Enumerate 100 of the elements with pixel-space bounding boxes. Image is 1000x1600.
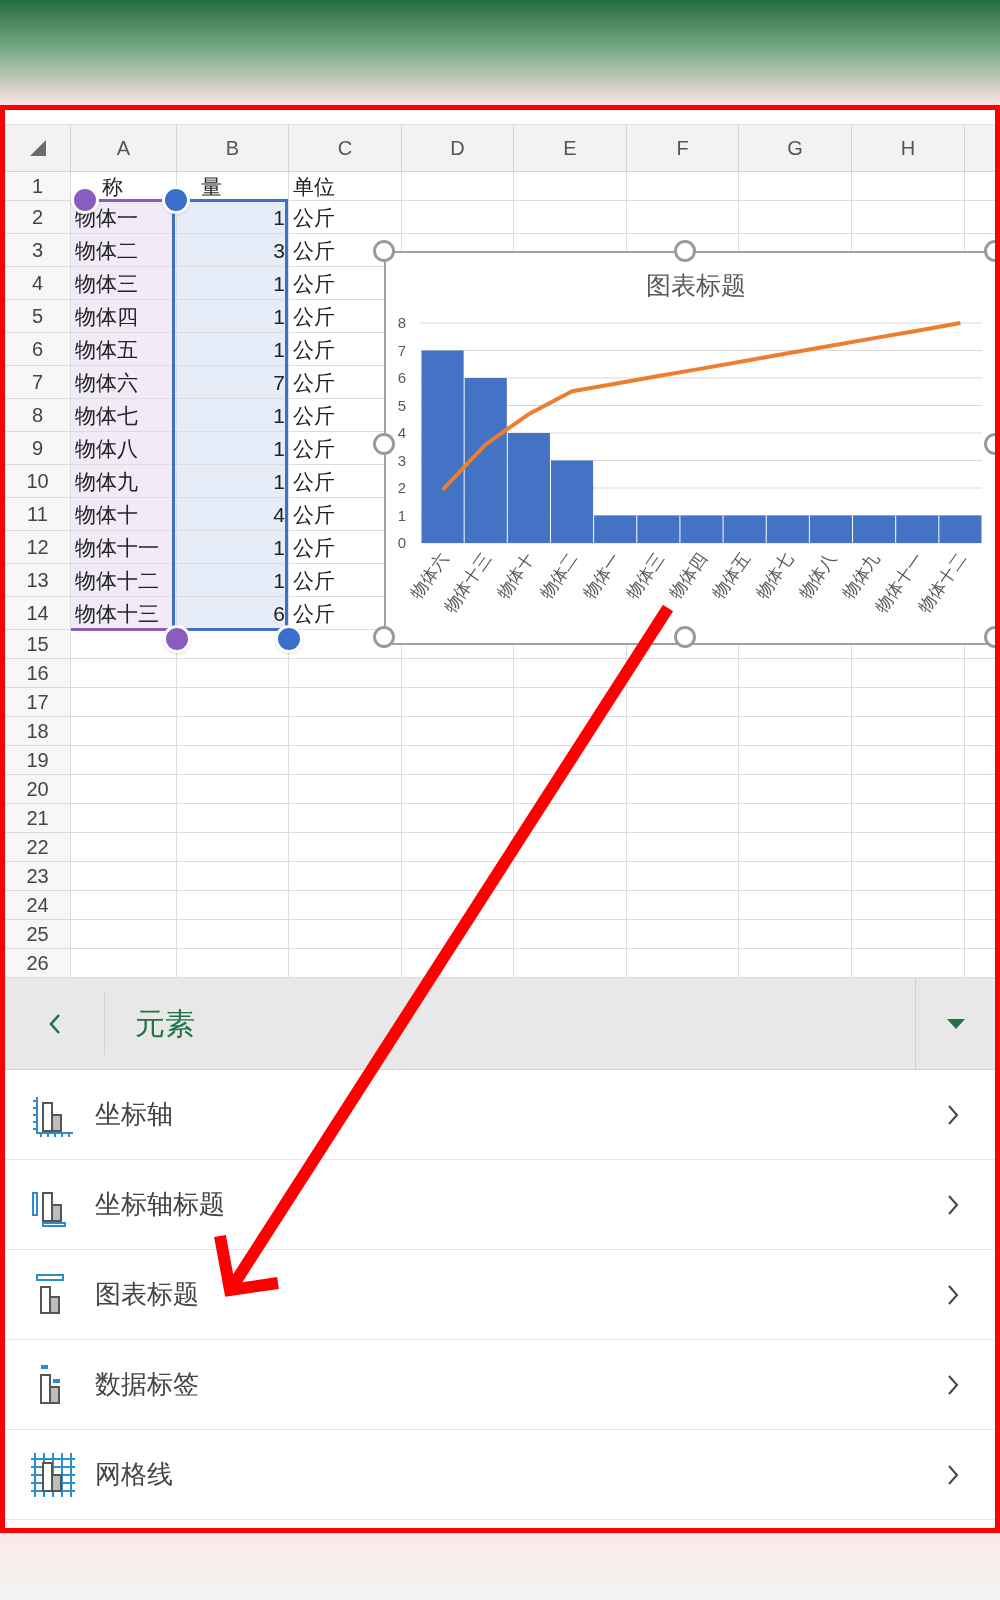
- grid-chart-icon: [31, 1452, 75, 1497]
- row-header[interactable]: 25: [5, 920, 71, 949]
- bar: [809, 515, 853, 543]
- table-cell-text: 1: [273, 403, 286, 428]
- selection-handle[interactable]: [162, 186, 190, 214]
- chevron-icon: [947, 1283, 959, 1306]
- table-cell-text: 公斤: [292, 601, 335, 626]
- table-cell-text: 1: [273, 568, 286, 593]
- table-cell-text: 公斤: [292, 469, 335, 494]
- resize-handle[interactable]: [373, 626, 395, 648]
- caret-icon: [946, 1018, 965, 1029]
- row-header[interactable]: 4: [5, 267, 71, 300]
- column-header[interactable]: G: [739, 125, 852, 172]
- select-all-icon: [29, 140, 46, 156]
- row-header[interactable]: 11: [5, 498, 71, 531]
- row-header[interactable]: 24: [5, 891, 71, 920]
- row-header[interactable]: 2: [5, 201, 71, 234]
- table-cell-text: 公斤: [292, 568, 335, 593]
- chevron-icon: [947, 1193, 959, 1216]
- axis-tick-label: 2: [397, 479, 407, 496]
- row-header[interactable]: 1: [5, 172, 71, 201]
- row-header[interactable]: 8: [5, 399, 71, 432]
- column-header[interactable]: H: [852, 125, 965, 172]
- table-cell-text: 公斤: [292, 238, 335, 263]
- item-label: 图表标题: [95, 1278, 199, 1311]
- chart-frame[interactable]: 图表标题 0 1 2 3 4 5 6 7 8 物体六 物体十三 物体十 物体二 物体一 物体三 物体四 物体五 物体七 物体八 物体九 物体十一 物体十二: [384, 251, 995, 645]
- row-header[interactable]: 9: [5, 432, 71, 465]
- table-cell-text: 物体四: [74, 304, 138, 329]
- row-header[interactable]: 5: [5, 300, 71, 333]
- row-header[interactable]: 20: [5, 775, 71, 804]
- table-cell-text: 公斤: [292, 337, 335, 362]
- table-cell-text: 公斤: [292, 403, 335, 428]
- row-header[interactable]: 19: [5, 746, 71, 775]
- row-header[interactable]: 14: [5, 597, 71, 630]
- row-header[interactable]: 21: [5, 804, 71, 833]
- row-header[interactable]: 12: [5, 531, 71, 564]
- table-cell-text: 物体八: [74, 436, 138, 461]
- table-cell-text: 物体六: [74, 370, 138, 395]
- column-header[interactable]: A: [71, 125, 177, 172]
- table-cell-text: 1: [273, 436, 286, 461]
- resize-handle[interactable]: [674, 240, 696, 262]
- axis-label: 物体五: [709, 549, 754, 603]
- axis-label: 物体七: [752, 549, 798, 603]
- table-cell-text: 物体五: [74, 337, 138, 362]
- column-header[interactable]: E: [514, 125, 627, 172]
- row-header[interactable]: 22: [5, 833, 71, 862]
- table-cell-text: 物体二: [74, 238, 138, 263]
- resize-handle[interactable]: [373, 433, 395, 455]
- table-cell-text: 物体十三: [74, 601, 159, 626]
- axis-label: 物体四: [665, 549, 711, 603]
- axis-tick-label: 3: [397, 451, 407, 469]
- bar: [896, 515, 939, 543]
- table-cell-text: 3: [273, 238, 286, 263]
- chevron-icon: [947, 1463, 959, 1486]
- table-cell-text: 物体十: [74, 502, 138, 527]
- item-label: 坐标轴标题: [95, 1188, 225, 1221]
- table-cell-text: 1: [273, 304, 286, 329]
- panel-title: 元素: [135, 1006, 195, 1042]
- table-cell-text: 公斤: [292, 205, 335, 230]
- table-cell-text: 公斤: [292, 535, 335, 560]
- table-cell-text: 公斤: [292, 304, 335, 329]
- row-header[interactable]: 13: [5, 564, 71, 597]
- row-header[interactable]: 26: [5, 949, 71, 978]
- resize-handle[interactable]: [373, 240, 395, 262]
- row-header[interactable]: 23: [5, 862, 71, 891]
- axis-label: 物体八: [795, 549, 841, 603]
- table-cell-text: 4: [273, 502, 286, 527]
- back-icon: [47, 1012, 62, 1035]
- row-header[interactable]: 16: [5, 659, 71, 688]
- table-cell-text: 物体十一: [74, 535, 159, 560]
- column-header[interactable]: D: [402, 125, 514, 172]
- selection-handle[interactable]: [275, 625, 303, 653]
- axis-tick-label: 8: [397, 314, 407, 331]
- bar: [853, 515, 896, 543]
- row-header[interactable]: 6: [5, 333, 71, 366]
- row-header[interactable]: 7: [5, 366, 71, 399]
- axis-label: 物体一: [579, 549, 625, 603]
- row-header[interactable]: 17: [5, 688, 71, 717]
- axis-label: 物体十: [493, 549, 539, 603]
- row-header[interactable]: 10: [5, 465, 71, 498]
- table-cell-text: 1: [273, 469, 286, 494]
- item-label: 坐标轴: [95, 1098, 173, 1131]
- column-header[interactable]: F: [627, 125, 739, 172]
- selection-handle[interactable]: [163, 625, 191, 653]
- axis-label: 物体三: [622, 549, 668, 603]
- column-header[interactable]: C: [289, 125, 402, 172]
- select-all-button[interactable]: [5, 125, 71, 172]
- table-cell-text: 1: [273, 337, 286, 362]
- item-label: 网格线: [95, 1458, 173, 1491]
- axis-tick-label: 7: [397, 341, 407, 359]
- table-cell-text: 公斤: [292, 370, 335, 395]
- table-cell-text: 公斤: [292, 271, 335, 296]
- column-header[interactable]: B: [177, 125, 289, 172]
- axis-tick-label: 4: [397, 424, 407, 441]
- row-header[interactable]: 18: [5, 717, 71, 746]
- table-cell-text: 称: [101, 174, 123, 199]
- row-header[interactable]: 3: [5, 234, 71, 267]
- chevron-icon: [947, 1103, 959, 1126]
- row-header[interactable]: 15: [5, 630, 71, 659]
- bar: [939, 515, 982, 543]
